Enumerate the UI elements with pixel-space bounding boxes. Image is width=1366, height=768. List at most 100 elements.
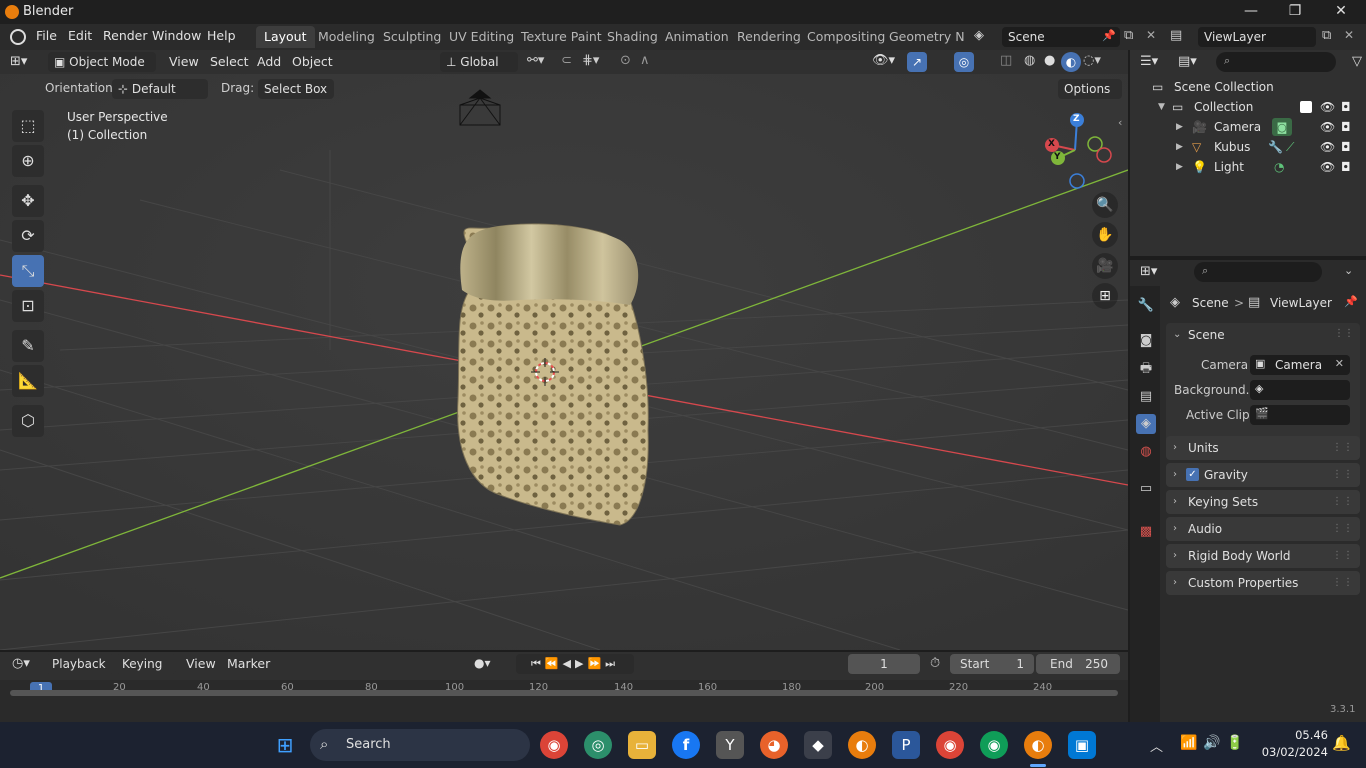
- proportional-editing-icon[interactable]: ⊙: [620, 53, 631, 68]
- autokey-record-icon[interactable]: ●▾: [474, 656, 491, 670]
- tab-animation[interactable]: Animation: [657, 26, 737, 48]
- copilot-icon[interactable]: ◎: [584, 731, 612, 759]
- mesh-data-icon[interactable]: ⟋: [1286, 137, 1294, 157]
- overlays-toggle-icon[interactable]: ◎: [954, 52, 974, 72]
- blender-active-icon[interactable]: ◐: [1024, 731, 1052, 759]
- notification-bell-icon[interactable]: 🔔: [1332, 734, 1351, 752]
- panel-audio[interactable]: › Audio ⋮⋮: [1166, 517, 1360, 541]
- menu-view[interactable]: View: [169, 52, 199, 72]
- panel-grip-icon[interactable]: ⋮⋮: [1332, 571, 1354, 595]
- panel-grip-icon[interactable]: ⋮⋮: [1334, 328, 1354, 339]
- close-window-button[interactable]: ✕: [1318, 0, 1364, 24]
- new-view-layer-icon[interactable]: ⧉: [1322, 28, 1331, 43]
- chevron-down-icon[interactable]: ⌄: [1344, 264, 1353, 277]
- keying-dropdown[interactable]: Keying: [116, 654, 176, 674]
- outliner-row-scene-collection[interactable]: ▭ Scene Collection: [1130, 77, 1366, 97]
- transform-tool-icon[interactable]: ⊡: [12, 290, 44, 322]
- chevron-down-icon[interactable]: ▼: [1158, 97, 1165, 117]
- chevron-right-icon[interactable]: ▶: [1176, 157, 1183, 177]
- rendered-shading-icon[interactable]: ◌▾: [1083, 53, 1101, 68]
- scale-tool-icon[interactable]: ⤡: [12, 255, 44, 287]
- tab-geometry-nodes[interactable]: Geometry Noc: [881, 26, 965, 48]
- gizmo-toggle-icon[interactable]: ↗: [907, 52, 927, 72]
- chrome-icon[interactable]: ◉: [540, 731, 568, 759]
- taskbar-search-box[interactable]: ⌕ Search: [310, 729, 530, 761]
- windows-start-icon[interactable]: ⊞: [271, 731, 299, 759]
- camera-field[interactable]: ▣ Camera ✕: [1250, 355, 1350, 375]
- start-frame-field[interactable]: Start 1: [950, 654, 1034, 674]
- new-scene-icon[interactable]: ⧉: [1124, 28, 1133, 43]
- app-ps-icon[interactable]: P: [892, 731, 920, 759]
- solid-shading-icon[interactable]: ●: [1044, 53, 1055, 68]
- file-explorer-icon[interactable]: ▭: [628, 731, 656, 759]
- visibility-eye-icon[interactable]: 👁: [1320, 97, 1335, 117]
- gizmo-y-label[interactable]: Y: [1054, 152, 1061, 162]
- tab-uv-editing[interactable]: UV Editing: [441, 26, 522, 48]
- texture-tab-icon[interactable]: ▩: [1136, 522, 1156, 542]
- render-camera-icon[interactable]: ◘: [1341, 137, 1351, 157]
- outliner-row-collection[interactable]: ▼ ▭ Collection 👁 ◘: [1130, 97, 1366, 117]
- playback-controls[interactable]: ⏮⏪◀▶⏩⏭: [516, 654, 634, 674]
- pivot-point-icon[interactable]: ⚯▾: [527, 53, 544, 68]
- volume-icon[interactable]: 🔊: [1203, 735, 1220, 751]
- output-tab-icon[interactable]: 🖶: [1136, 359, 1156, 379]
- chrome-profile-icon[interactable]: ◉: [936, 731, 964, 759]
- chrome-profile-2-icon[interactable]: ◉: [980, 731, 1008, 759]
- view-layer-field[interactable]: ViewLayer: [1198, 27, 1316, 47]
- active-clip-field[interactable]: 🎬: [1250, 405, 1350, 425]
- pin-icon[interactable]: 📌: [1344, 295, 1358, 308]
- gizmo-z-label[interactable]: Z: [1073, 114, 1080, 124]
- options-dropdown[interactable]: Options: [1058, 79, 1122, 99]
- visibility-eye-icon[interactable]: 👁: [1320, 117, 1335, 137]
- pan-hand-icon[interactable]: ✋: [1092, 222, 1118, 248]
- outliner-row-light[interactable]: ▶ 💡 Light ◔ 👁 ◘: [1130, 157, 1366, 177]
- panel-keying-sets[interactable]: › Keying Sets ⋮⋮: [1166, 490, 1360, 514]
- panel-grip-icon[interactable]: ⋮⋮: [1332, 463, 1354, 487]
- gizmo-x-label[interactable]: X: [1048, 139, 1055, 149]
- drag-dropdown[interactable]: Select Box: [258, 79, 334, 99]
- snap-target-icon[interactable]: ⋕▾: [582, 53, 599, 68]
- menu-help[interactable]: Help: [207, 28, 236, 43]
- camera-data-icon[interactable]: ◙: [1272, 118, 1292, 136]
- tab-shading[interactable]: Shading: [599, 26, 666, 48]
- tab-layout[interactable]: Layout: [256, 26, 315, 48]
- outliner-row-camera[interactable]: ▶ 🎥 Camera ◙ 👁 ◘: [1130, 117, 1366, 137]
- render-tab-icon[interactable]: ◙: [1136, 331, 1156, 351]
- timeline-view-menu[interactable]: View: [186, 654, 216, 674]
- chevron-right-icon[interactable]: ▶: [1176, 117, 1183, 137]
- clear-camera-icon[interactable]: ✕: [1335, 357, 1344, 370]
- light-data-icon[interactable]: ◔: [1274, 157, 1284, 177]
- store-icon[interactable]: ▣: [1068, 731, 1096, 759]
- properties-search-input[interactable]: ⌕: [1194, 262, 1322, 282]
- stopwatch-icon[interactable]: ⏱: [930, 656, 940, 671]
- timeline-marker-menu[interactable]: Marker: [227, 654, 270, 674]
- panel-rigid-body-world[interactable]: › Rigid Body World ⋮⋮: [1166, 544, 1360, 568]
- tab-modeling[interactable]: Modeling: [310, 26, 383, 48]
- add-cube-tool-icon[interactable]: ⬡: [12, 405, 44, 437]
- timeline-editor-icon[interactable]: ◷▾: [12, 656, 30, 671]
- facebook-icon[interactable]: f: [672, 731, 700, 759]
- blender-app-icon[interactable]: ◐: [848, 731, 876, 759]
- blender-menu-icon[interactable]: [10, 29, 26, 45]
- app-y-icon[interactable]: Y: [716, 731, 744, 759]
- menu-select[interactable]: Select: [210, 52, 249, 72]
- snap-icon[interactable]: ⊂: [561, 53, 572, 68]
- visibility-icon[interactable]: 👁▾: [872, 53, 895, 68]
- maximize-button[interactable]: ❐: [1272, 0, 1318, 24]
- rotate-tool-icon[interactable]: ⟳: [12, 220, 44, 252]
- panel-grip-icon[interactable]: ⋮⋮: [1332, 436, 1354, 460]
- app-cube-icon[interactable]: ◆: [804, 731, 832, 759]
- clock-time[interactable]: 05.46: [1262, 728, 1328, 742]
- visibility-eye-icon[interactable]: 👁: [1320, 157, 1335, 177]
- chevron-down-icon[interactable]: ⌄: [1173, 329, 1181, 340]
- filter-icon[interactable]: ▽: [1352, 54, 1362, 69]
- panel-gravity[interactable]: › ✓ Gravity ⋮⋮: [1166, 463, 1360, 487]
- move-tool-icon[interactable]: ✥: [12, 185, 44, 217]
- menu-file[interactable]: File: [36, 28, 57, 43]
- clock-date[interactable]: 03/02/2024: [1254, 745, 1328, 759]
- minimize-button[interactable]: —: [1228, 0, 1274, 24]
- end-frame-field[interactable]: End 250: [1036, 654, 1120, 674]
- annotate-tool-icon[interactable]: ✎: [12, 330, 44, 362]
- 3d-viewport[interactable]: Z X Y ⊞▾ ▣ Object Mode View Select Add O…: [0, 50, 1128, 650]
- outliner-row-kubus[interactable]: ▶ ▽ Kubus 🔧 ⟋ 👁 ◘: [1130, 137, 1366, 157]
